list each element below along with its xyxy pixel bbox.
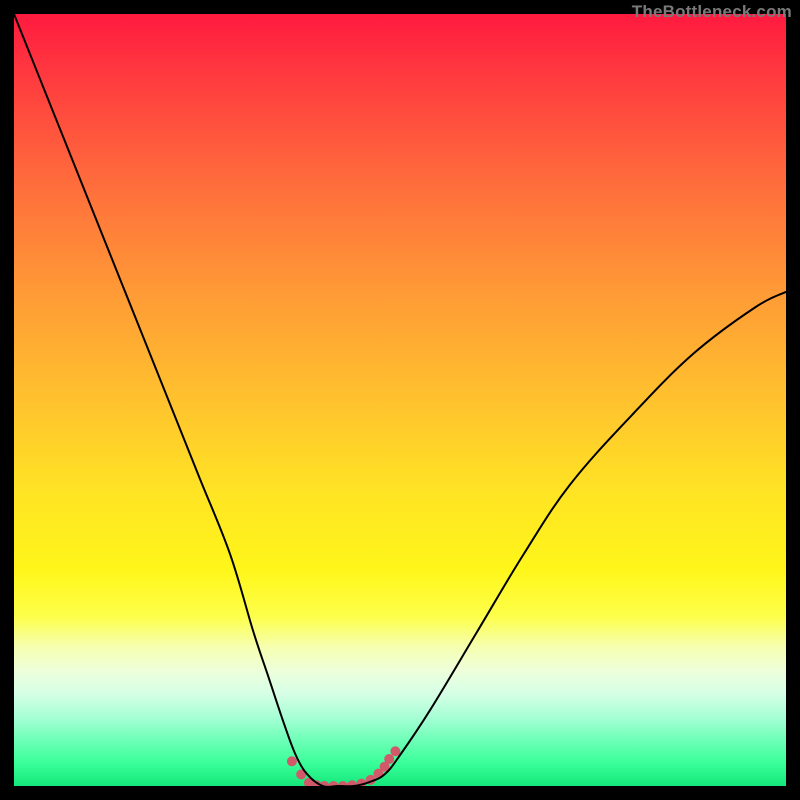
chart-svg (14, 14, 786, 786)
plot-area (14, 14, 786, 786)
chart-frame: TheBottleneck.com (0, 0, 800, 800)
bottom-markers (287, 746, 400, 786)
bottleneck-curve (14, 14, 786, 786)
watermark-text: TheBottleneck.com (632, 2, 792, 22)
marker-dot (287, 756, 297, 766)
marker-dot (390, 746, 400, 756)
